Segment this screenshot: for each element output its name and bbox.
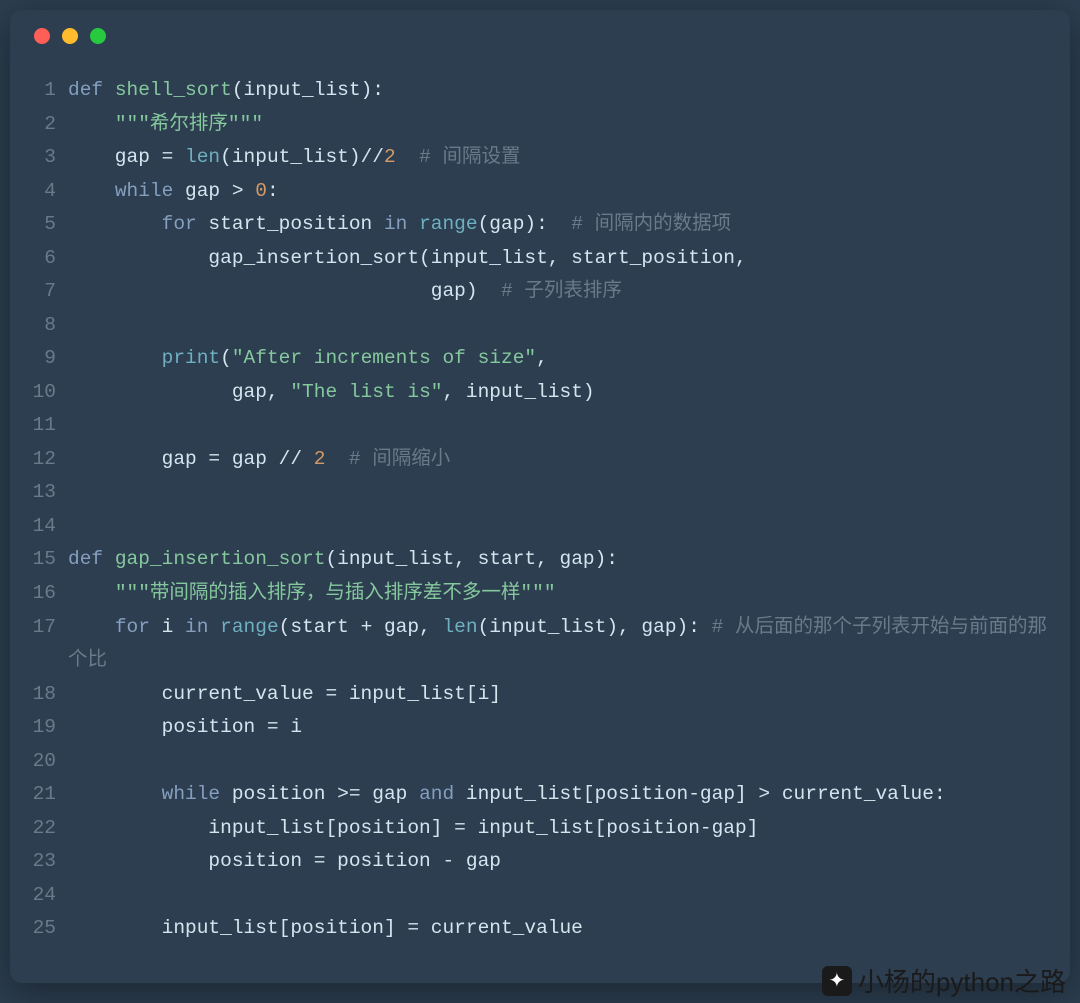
line-number: 19: [28, 711, 68, 745]
line-number: 5: [28, 208, 68, 242]
close-dot-icon[interactable]: [34, 28, 50, 44]
line-number: 12: [28, 443, 68, 477]
code-line: 23 position = position - gap: [28, 845, 1052, 879]
line-number: 22: [28, 812, 68, 846]
line-number: 25: [28, 912, 68, 946]
code-line: 22 input_list[position] = input_list[pos…: [28, 812, 1052, 846]
line-number: 6: [28, 242, 68, 276]
code-line: 13: [28, 476, 1052, 510]
watermark-text: 小杨的python之路: [858, 962, 1066, 999]
code-content: [68, 476, 1052, 510]
code-content: [68, 409, 1052, 443]
code-content: """带间隔的插入排序，与插入排序差不多一样""": [68, 577, 1052, 611]
code-line: 1def shell_sort(input_list):: [28, 74, 1052, 108]
code-line: 15def gap_insertion_sort(input_list, sta…: [28, 543, 1052, 577]
code-content: [68, 510, 1052, 544]
code-content: input_list[position] = input_list[positi…: [68, 812, 1052, 846]
code-line: 21 while position >= gap and input_list[…: [28, 778, 1052, 812]
code-content: def shell_sort(input_list):: [68, 74, 1052, 108]
watermark: ✦ 小杨的python之路: [822, 962, 1066, 999]
line-number: 11: [28, 409, 68, 443]
line-number: 24: [28, 879, 68, 913]
code-content: current_value = input_list[i]: [68, 678, 1052, 712]
code-line: 24: [28, 879, 1052, 913]
code-line: 4 while gap > 0:: [28, 175, 1052, 209]
code-line: 8: [28, 309, 1052, 343]
code-content: gap = gap // 2 # 间隔缩小: [68, 443, 1052, 477]
code-content: position = i: [68, 711, 1052, 745]
line-number: 15: [28, 543, 68, 577]
code-line: 9 print("After increments of size",: [28, 342, 1052, 376]
line-number: 20: [28, 745, 68, 779]
line-number: 23: [28, 845, 68, 879]
line-number: 13: [28, 476, 68, 510]
code-content: input_list[position] = current_value: [68, 912, 1052, 946]
code-window: 1def shell_sort(input_list):2 """希尔排序"""…: [10, 10, 1070, 983]
line-number: 21: [28, 778, 68, 812]
code-content: gap = len(input_list)//2 # 间隔设置: [68, 141, 1052, 175]
line-number: 18: [28, 678, 68, 712]
code-content: for i in range(start + gap, len(input_li…: [68, 611, 1052, 678]
line-number: 14: [28, 510, 68, 544]
code-editor: 1def shell_sort(input_list):2 """希尔排序"""…: [10, 62, 1070, 964]
code-line: 7 gap) # 子列表排序: [28, 275, 1052, 309]
code-content: gap, "The list is", input_list): [68, 376, 1052, 410]
wechat-icon: ✦: [822, 966, 852, 996]
line-number: 1: [28, 74, 68, 108]
code-line: 18 current_value = input_list[i]: [28, 678, 1052, 712]
code-content: [68, 879, 1052, 913]
code-line: 6 gap_insertion_sort(input_list, start_p…: [28, 242, 1052, 276]
code-content: for start_position in range(gap): # 间隔内的…: [68, 208, 1052, 242]
code-line: 19 position = i: [28, 711, 1052, 745]
line-number: 3: [28, 141, 68, 175]
code-content: [68, 309, 1052, 343]
code-content: gap) # 子列表排序: [68, 275, 1052, 309]
maximize-dot-icon[interactable]: [90, 28, 106, 44]
code-content: while gap > 0:: [68, 175, 1052, 209]
line-number: 10: [28, 376, 68, 410]
code-line: 2 """希尔排序""": [28, 108, 1052, 142]
line-number: 9: [28, 342, 68, 376]
line-number: 7: [28, 275, 68, 309]
code-line: 10 gap, "The list is", input_list): [28, 376, 1052, 410]
code-content: position = position - gap: [68, 845, 1052, 879]
code-line: 14: [28, 510, 1052, 544]
code-line: 11: [28, 409, 1052, 443]
line-number: 8: [28, 309, 68, 343]
code-content: [68, 745, 1052, 779]
minimize-dot-icon[interactable]: [62, 28, 78, 44]
code-line: 12 gap = gap // 2 # 间隔缩小: [28, 443, 1052, 477]
code-line: 5 for start_position in range(gap): # 间隔…: [28, 208, 1052, 242]
line-number: 4: [28, 175, 68, 209]
code-content: print("After increments of size",: [68, 342, 1052, 376]
line-number: 16: [28, 577, 68, 611]
line-number: 17: [28, 611, 68, 678]
code-line: 20: [28, 745, 1052, 779]
code-line: 25 input_list[position] = current_value: [28, 912, 1052, 946]
code-line: 17 for i in range(start + gap, len(input…: [28, 611, 1052, 678]
window-titlebar: [10, 10, 1070, 62]
code-content: """希尔排序""": [68, 108, 1052, 142]
code-content: while position >= gap and input_list[pos…: [68, 778, 1052, 812]
code-line: 16 """带间隔的插入排序，与插入排序差不多一样""": [28, 577, 1052, 611]
line-number: 2: [28, 108, 68, 142]
code-content: def gap_insertion_sort(input_list, start…: [68, 543, 1052, 577]
code-line: 3 gap = len(input_list)//2 # 间隔设置: [28, 141, 1052, 175]
code-content: gap_insertion_sort(input_list, start_pos…: [68, 242, 1052, 276]
